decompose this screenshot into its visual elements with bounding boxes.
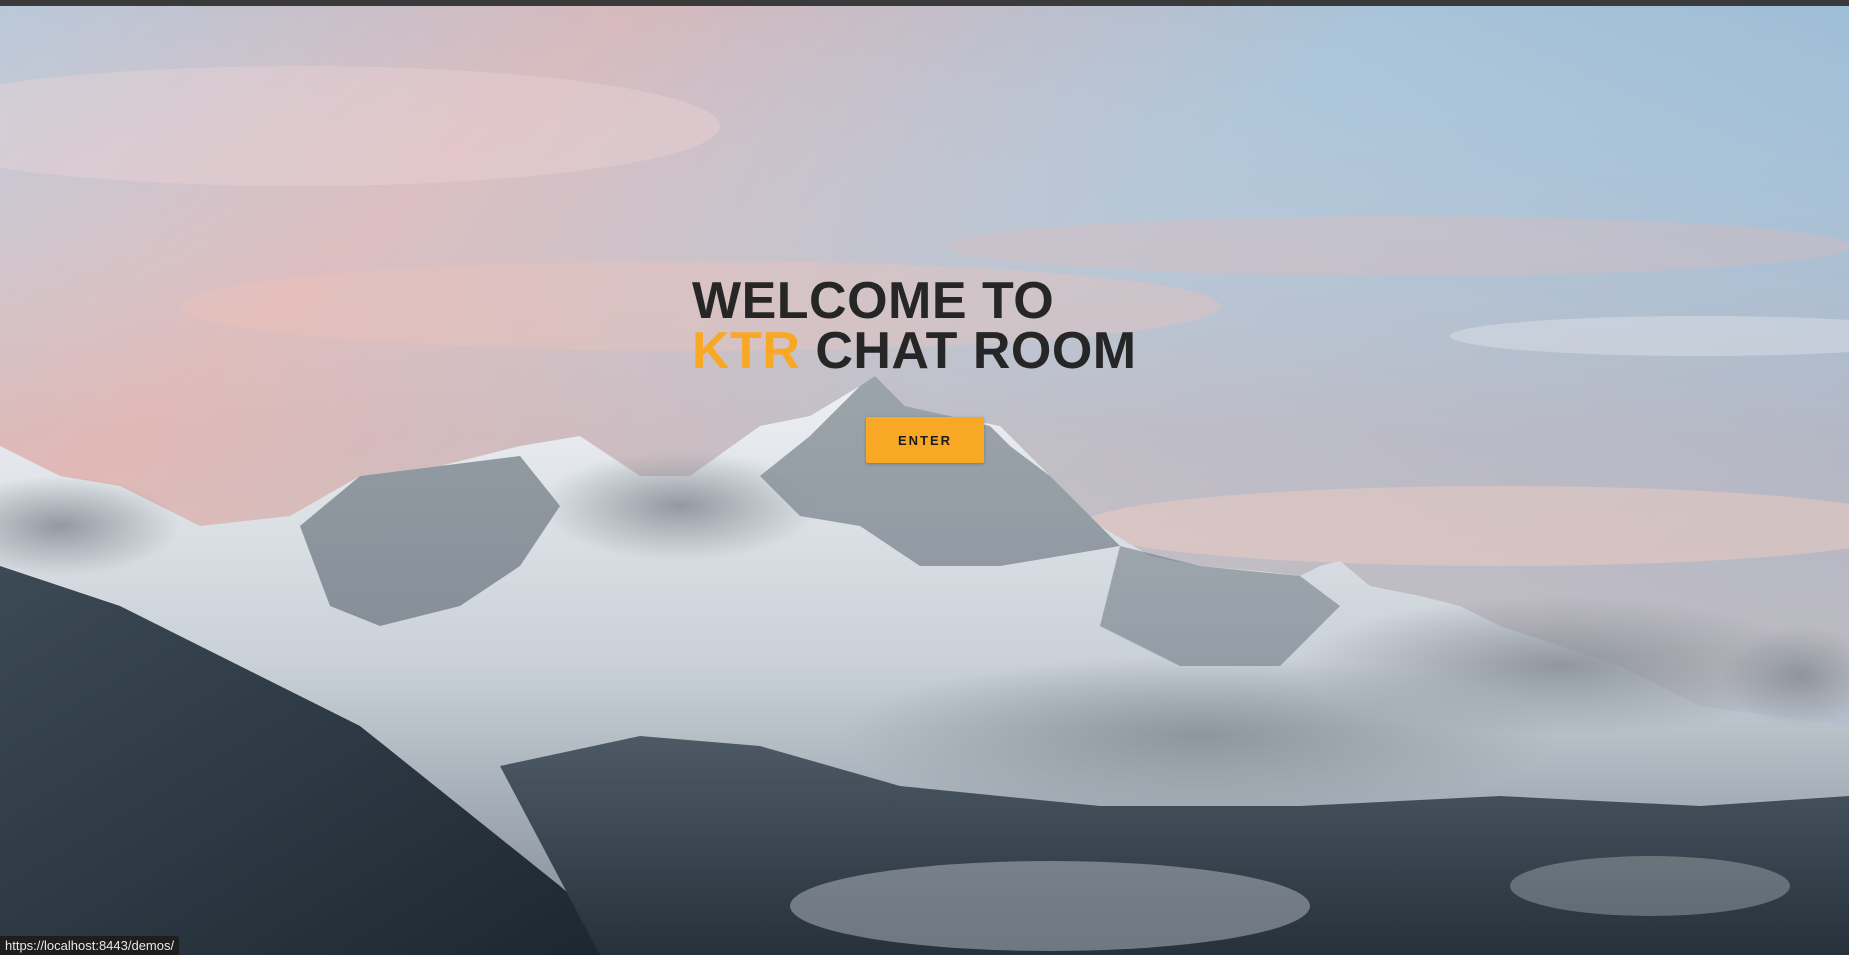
welcome-headline: WELCOME TO KTR CHAT ROOM [692, 272, 1137, 377]
browser-top-edge [0, 0, 1849, 6]
headline-accent-ktr: KTR [692, 322, 801, 380]
headline-line-2: KTR CHAT ROOM [692, 325, 1137, 377]
landing-page: WELCOME TO KTR CHAT ROOM ENTER https://l… [0, 0, 1849, 955]
headline-chat-room: CHAT ROOM [800, 322, 1137, 380]
enter-button[interactable]: ENTER [866, 417, 984, 463]
status-bar-url: https://localhost:8443/demos/ [0, 936, 180, 955]
mountain-background-image [0, 6, 1849, 955]
headline-line-1: WELCOME TO [692, 272, 1055, 330]
